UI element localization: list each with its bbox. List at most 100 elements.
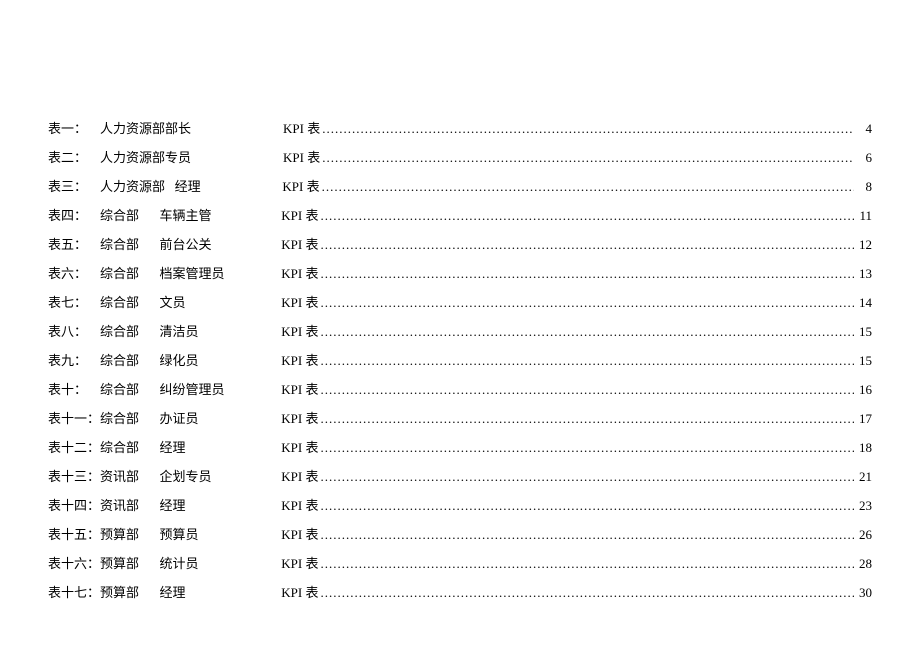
- toc-prefix: 表八：: [48, 321, 100, 340]
- toc-page-number: 18: [854, 440, 872, 456]
- toc-kpi-label: KPI 表: [281, 524, 318, 543]
- toc-row: 表十五：预算部 预算员 KPI 表.........................…: [48, 524, 872, 553]
- toc-row: 表三：人力资源部经理KPI 表.........................…: [48, 176, 872, 205]
- toc-kpi-label: KPI 表: [281, 292, 318, 311]
- toc-page-number: 26: [854, 527, 872, 543]
- toc-role: 绿化员: [159, 350, 198, 369]
- toc-row: 表六：综合部档案管理员KPI 表........................…: [48, 263, 872, 292]
- toc-row: 表十七：预算部经理KPI 表..........................…: [48, 582, 872, 611]
- toc-department: 综合部: [100, 350, 139, 369]
- toc-department: 综合部: [100, 408, 139, 427]
- toc-page-number: 28: [854, 556, 872, 572]
- toc-row: 表十四：资讯部 经理 KPI 表..........................…: [48, 495, 872, 524]
- toc-department: 资讯部: [100, 495, 139, 514]
- toc-role: 清洁员: [159, 321, 198, 340]
- toc-role: 企划专员: [159, 466, 211, 485]
- toc-prefix: 表五：: [48, 234, 100, 253]
- toc-kpi-label: KPI 表: [281, 495, 318, 514]
- toc-department: 综合部: [100, 379, 139, 398]
- toc-row: 表十二：综合部经理KPI 表..........................…: [48, 437, 872, 466]
- toc-dot-leader: ........................................…: [318, 411, 854, 427]
- toc-kpi-label: KPI 表: [281, 234, 318, 253]
- toc-department: 综合部: [100, 263, 139, 282]
- toc-dot-leader: ........................................…: [318, 498, 854, 514]
- toc-page-number: 4: [854, 121, 872, 137]
- toc-role: 经理: [159, 495, 185, 514]
- toc-kpi-label: KPI 表: [281, 263, 318, 282]
- toc-role: 纠纷管理员: [159, 379, 224, 398]
- toc-dot-leader: ........................................…: [318, 382, 854, 398]
- toc-department: 预算部: [100, 582, 139, 601]
- toc-row: 表十一：综合部办证员KPI 表.........................…: [48, 408, 872, 437]
- toc-kpi-label: KPI 表: [282, 176, 319, 195]
- toc-role: 办证员: [159, 408, 198, 427]
- toc-page-number: 16: [854, 382, 872, 398]
- toc-row: 表十六：预算部统计员KPI 表.........................…: [48, 553, 872, 582]
- toc-kpi-label: KPI 表: [281, 437, 318, 456]
- toc-dot-leader: ........................................…: [318, 585, 854, 601]
- toc-page-number: 15: [854, 353, 872, 369]
- toc-row: 表七：综合部文员KPI 表...........................…: [48, 292, 872, 321]
- toc-dot-leader: ........................................…: [318, 527, 854, 543]
- toc-prefix: 表二：: [48, 147, 100, 166]
- toc-role: 车辆主管: [159, 205, 211, 224]
- toc-kpi-label: KPI 表: [281, 321, 318, 340]
- toc-page-number: 14: [854, 295, 872, 311]
- toc-row: 表五：综合部前台公关KPI 表.........................…: [48, 234, 872, 263]
- toc-kpi-label: KPI 表: [283, 118, 320, 137]
- toc-department: 综合部: [100, 321, 139, 340]
- toc-department: 人力资源部部长: [100, 118, 191, 137]
- toc-row: 表四：综合部 车辆主管 KPI 表.........................…: [48, 205, 872, 234]
- table-of-contents: 表一：人力资源部部长 KPI 表.........................…: [48, 118, 872, 611]
- toc-dot-leader: ........................................…: [318, 208, 854, 224]
- toc-row: 表十：综合部纠纷管理员KPI 表........................…: [48, 379, 872, 408]
- toc-kpi-label: KPI 表: [281, 553, 318, 572]
- toc-kpi-label: KPI 表: [281, 350, 318, 369]
- toc-row: 表二：人力资源部专员 KPI 表.........................…: [48, 147, 872, 176]
- toc-page-number: 30: [854, 585, 872, 601]
- toc-page-number: 23: [854, 498, 872, 514]
- toc-department: 人力资源部专员: [100, 147, 191, 166]
- toc-row: 表八：综合部 清洁员 KPI 表..........................…: [48, 321, 872, 350]
- toc-page-number: 13: [854, 266, 872, 282]
- toc-prefix: 表十二：: [48, 437, 100, 456]
- toc-dot-leader: ........................................…: [318, 353, 854, 369]
- toc-prefix: 表四：: [48, 205, 100, 224]
- toc-role: 预算员: [159, 524, 198, 543]
- toc-kpi-label: KPI 表: [281, 408, 318, 427]
- toc-kpi-label: KPI 表: [281, 205, 318, 224]
- toc-prefix: 表十四：: [48, 495, 100, 514]
- toc-kpi-label: KPI 表: [281, 466, 318, 485]
- toc-prefix: 表三：: [48, 176, 100, 195]
- toc-dot-leader: ........................................…: [320, 121, 854, 137]
- toc-prefix: 表一：: [48, 118, 100, 137]
- toc-dot-leader: ........................................…: [318, 469, 854, 485]
- toc-row: 表九：综合部 绿化员 KPI 表..........................…: [48, 350, 872, 379]
- toc-dot-leader: ........................................…: [320, 179, 854, 195]
- toc-dot-leader: ........................................…: [318, 324, 854, 340]
- toc-dot-leader: ........................................…: [318, 556, 854, 572]
- toc-prefix: 表六：: [48, 263, 100, 282]
- toc-prefix: 表十：: [48, 379, 100, 398]
- toc-department: 预算部: [100, 524, 139, 543]
- toc-department: 综合部: [100, 437, 139, 456]
- toc-prefix: 表十五：: [48, 524, 100, 543]
- toc-role: 统计员: [159, 553, 198, 572]
- toc-department: 预算部: [100, 553, 139, 572]
- toc-prefix: 表十三：: [48, 466, 100, 485]
- toc-page-number: 11: [854, 208, 872, 224]
- toc-prefix: 表七：: [48, 292, 100, 311]
- toc-dot-leader: ........................................…: [318, 237, 854, 253]
- toc-dot-leader: ........................................…: [318, 295, 854, 311]
- toc-department: 综合部: [100, 205, 139, 224]
- toc-dot-leader: ........................................…: [318, 440, 854, 456]
- toc-role: 经理: [159, 582, 185, 601]
- toc-kpi-label: KPI 表: [283, 147, 320, 166]
- toc-dot-leader: ........................................…: [320, 150, 854, 166]
- toc-prefix: 表九：: [48, 350, 100, 369]
- toc-department: 综合部: [100, 234, 139, 253]
- toc-page-number: 17: [854, 411, 872, 427]
- toc-page-number: 15: [854, 324, 872, 340]
- toc-page-number: 6: [854, 150, 872, 166]
- toc-department: 人力资源部: [100, 176, 165, 195]
